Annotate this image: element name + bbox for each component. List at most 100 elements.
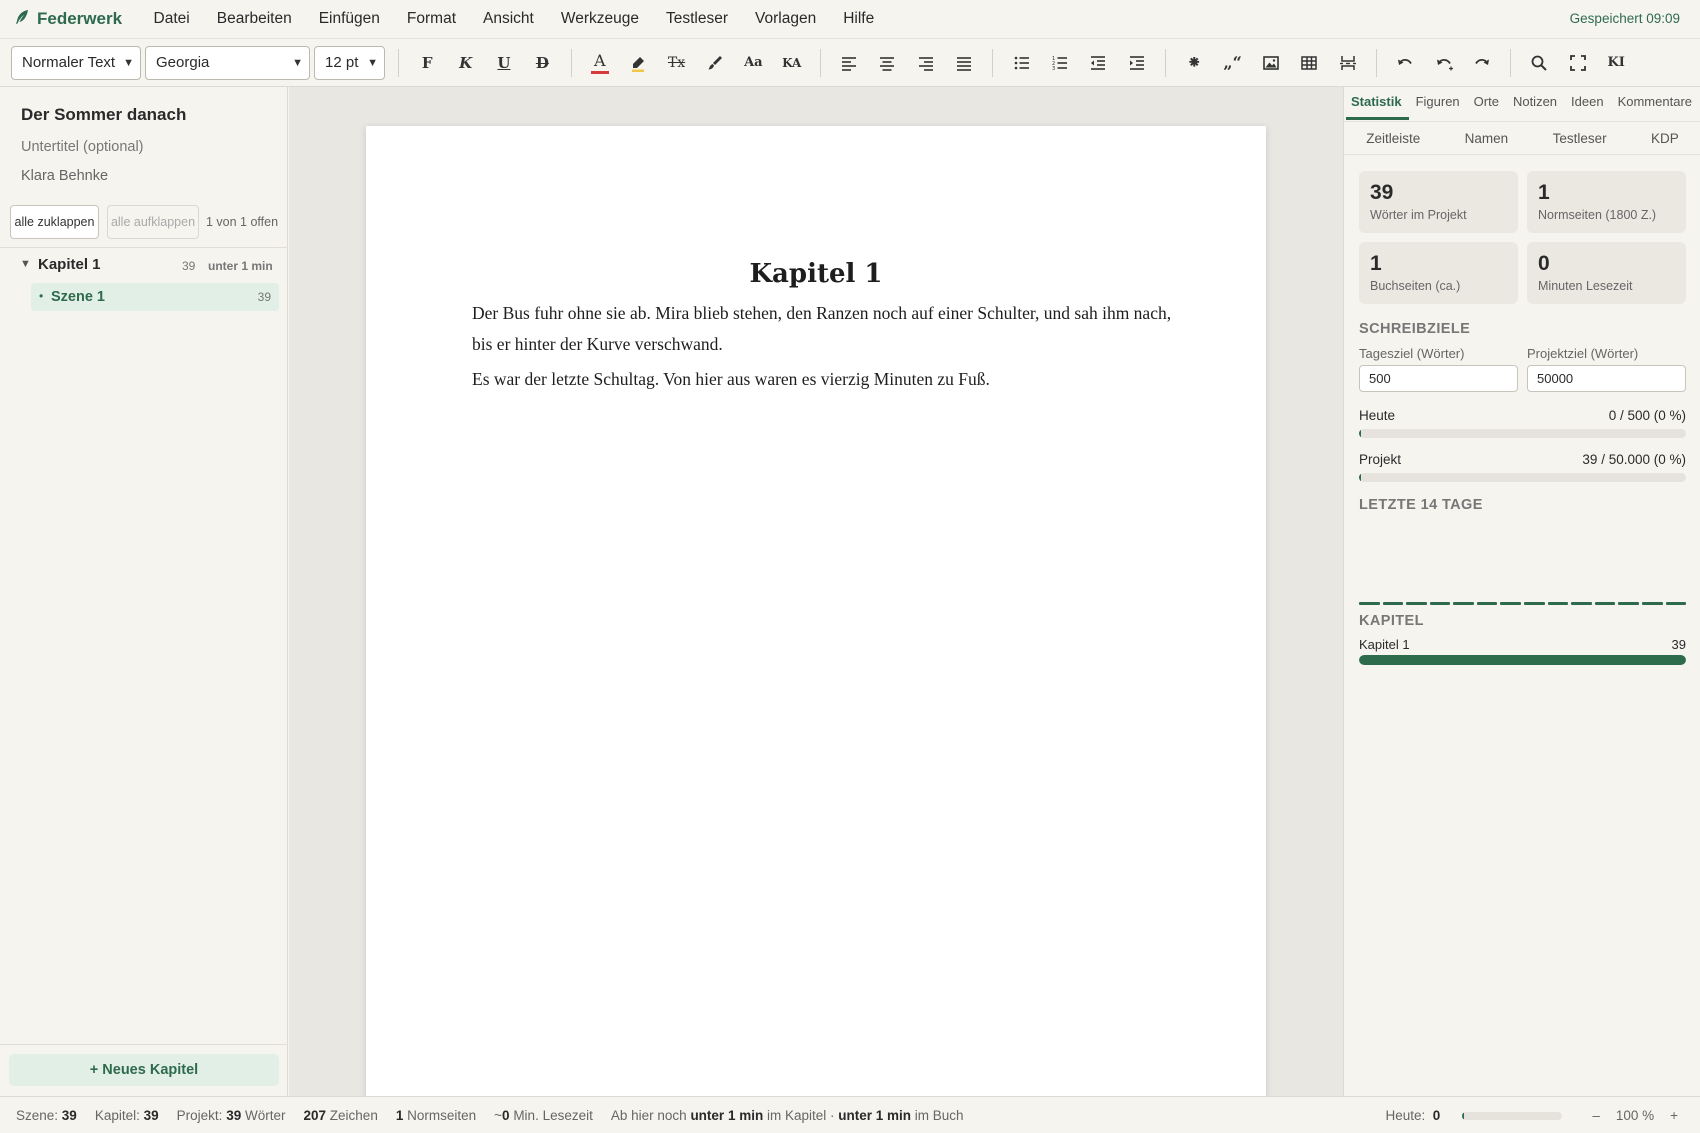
status-today-fill [1462, 1111, 1465, 1120]
paragraph[interactable]: Es war der letzte Schultag. Von hier aus… [472, 364, 1172, 395]
quotes-button[interactable]: „“ [1213, 46, 1251, 80]
project-goal-input[interactable]: 50000 [1527, 365, 1686, 392]
tab-zeitleiste[interactable]: Zeitleiste [1366, 122, 1420, 154]
strikethrough-button[interactable]: D [523, 46, 561, 80]
image-icon [1263, 55, 1279, 70]
paragraph-style-select[interactable]: Normaler Text ▼ [11, 45, 141, 80]
font-size-select[interactable]: 12 pt ▼ [314, 45, 385, 80]
expand-all-button[interactable]: alle aufklappen [107, 205, 199, 239]
tab-kdp[interactable]: KDP [1651, 122, 1679, 154]
toolbar-divider [1375, 48, 1377, 77]
chapter-stat-bar [1359, 655, 1686, 665]
align-left-button[interactable] [830, 46, 868, 80]
paragraph[interactable]: Der Bus fuhr ohne sie ab. Mira blieb ste… [472, 298, 1172, 359]
tab-statistik[interactable]: Statistik [1344, 87, 1409, 120]
font-family-select[interactable]: Georgia ▼ [145, 45, 310, 80]
align-justify-icon [957, 56, 972, 71]
align-right-icon [918, 56, 933, 71]
page-break-button[interactable] [1329, 46, 1367, 80]
app-brand[interactable]: Federwerk [14, 9, 122, 30]
italic-glyph: K [459, 53, 473, 72]
insert-table-button[interactable] [1290, 46, 1328, 80]
undo-history-button[interactable] [1424, 46, 1462, 80]
tab-figuren[interactable]: Figuren [1409, 87, 1467, 120]
menu-hilfe[interactable]: Hilfe [830, 10, 888, 28]
numbered-list-button[interactable]: 123 [1041, 46, 1079, 80]
change-case-button[interactable]: Aa [734, 46, 772, 80]
ai-button[interactable]: KI [1597, 46, 1635, 80]
menu-vorlagen[interactable]: Vorlagen [742, 10, 830, 28]
menu-bearbeiten[interactable]: Bearbeiten [203, 10, 305, 28]
menu-testleser[interactable]: Testleser [652, 10, 741, 28]
underline-button[interactable]: U [485, 46, 523, 80]
undo-button[interactable] [1386, 46, 1424, 80]
scene-row[interactable]: • Szene 1 39 [31, 283, 279, 311]
font-family-value: Georgia [156, 54, 210, 71]
small-caps-button[interactable]: KA [773, 46, 811, 80]
menu-datei[interactable]: Datei [140, 10, 203, 28]
align-justify-button[interactable] [945, 46, 983, 80]
save-status: Gespeichert 09:09 [1569, 11, 1680, 26]
project-author[interactable]: Klara Behnke [21, 168, 108, 184]
page-break-icon [1339, 55, 1356, 70]
recent-day-bar [1453, 602, 1474, 605]
bold-button[interactable]: F [408, 46, 446, 80]
today-progress-fill [1359, 429, 1361, 438]
tab-orte[interactable]: Orte [1467, 87, 1506, 120]
document-page[interactable]: Kapitel 1 Der Bus fuhr ohne sie ab. Mira… [366, 126, 1266, 1096]
menu-einfuegen[interactable]: Einfügen [305, 10, 393, 28]
project-value: 39 / 50.000 (0 %) [1582, 452, 1686, 467]
scene-break-button[interactable]: ⁕ [1175, 46, 1213, 80]
collapse-all-button[interactable]: alle zuklappen [10, 205, 99, 239]
strike-glyph: D [535, 53, 549, 72]
tab-namen[interactable]: Namen [1465, 122, 1509, 154]
bullet-list-button[interactable] [1002, 46, 1040, 80]
collapse-triangle-icon[interactable]: ▼ [20, 258, 31, 270]
align-center-button[interactable] [868, 46, 906, 80]
align-right-button[interactable] [907, 46, 945, 80]
insert-image-button[interactable] [1252, 46, 1290, 80]
document-body[interactable]: Der Bus fuhr ohne sie ab. Mira blieb ste… [472, 298, 1172, 400]
menu-ansicht[interactable]: Ansicht [470, 10, 548, 28]
project-subtitle-field[interactable]: Untertitel (optional) [21, 139, 144, 155]
chapter-stat-words: 39 [1671, 637, 1686, 652]
fullscreen-button[interactable] [1559, 46, 1597, 80]
format-painter-button[interactable] [696, 46, 734, 80]
tab-notizen[interactable]: Notizen [1506, 87, 1564, 120]
recent-days-chart [1359, 602, 1687, 606]
numbered-list-icon: 123 [1052, 56, 1068, 72]
italic-button[interactable]: K [446, 46, 484, 80]
zoom-out-button[interactable]: – [1592, 1108, 1600, 1123]
scene-break-glyph: ⁕ [1187, 52, 1202, 73]
highlight-button[interactable] [619, 46, 657, 80]
status-today-bar [1462, 1111, 1563, 1120]
zoom-in-button[interactable]: + [1670, 1108, 1678, 1123]
scene-word-count: 39 [257, 290, 271, 304]
stats-panel: Statistik Figuren Orte Notizen Ideen Kom… [1343, 87, 1700, 1096]
recent-day-bar [1618, 602, 1639, 605]
today-label: Heute [1359, 408, 1396, 423]
indent-button[interactable] [1118, 46, 1156, 80]
recent-day-bar [1641, 602, 1663, 605]
menu-format[interactable]: Format [393, 10, 469, 28]
project-title[interactable]: Der Sommer danach [21, 105, 186, 125]
text-color-button[interactable]: A [581, 46, 619, 80]
clear-format-button[interactable]: Tx [657, 46, 695, 80]
outdent-button[interactable] [1079, 46, 1117, 80]
tab-testleser[interactable]: Testleser [1553, 122, 1607, 154]
tab-kommentare[interactable]: Kommentare [1611, 87, 1699, 120]
menu-werkzeuge[interactable]: Werkzeuge [547, 10, 652, 28]
tab-ideen[interactable]: Ideen [1564, 87, 1611, 120]
search-button[interactable] [1520, 46, 1558, 80]
stat-label: Normseiten (1800 Z.) [1538, 208, 1657, 222]
redo-button[interactable] [1463, 46, 1501, 80]
chapter-row[interactable]: ▼ Kapitel 1 39 unter 1 min [0, 253, 288, 279]
text-color-glyph: A [593, 51, 606, 70]
daily-goal-input[interactable]: 500 [1359, 365, 1518, 392]
project-progress-bar [1359, 473, 1686, 482]
section-heading-recent: LETZTE 14 TAGE [1359, 497, 1483, 513]
stat-card-words: 39 Wörter im Projekt [1359, 171, 1518, 233]
stat-card-book-pages: 1 Buchseiten (ca.) [1359, 242, 1518, 304]
chapter-heading[interactable]: Kapitel 1 [366, 259, 1266, 289]
new-chapter-button[interactable]: + Neues Kapitel [9, 1054, 279, 1086]
